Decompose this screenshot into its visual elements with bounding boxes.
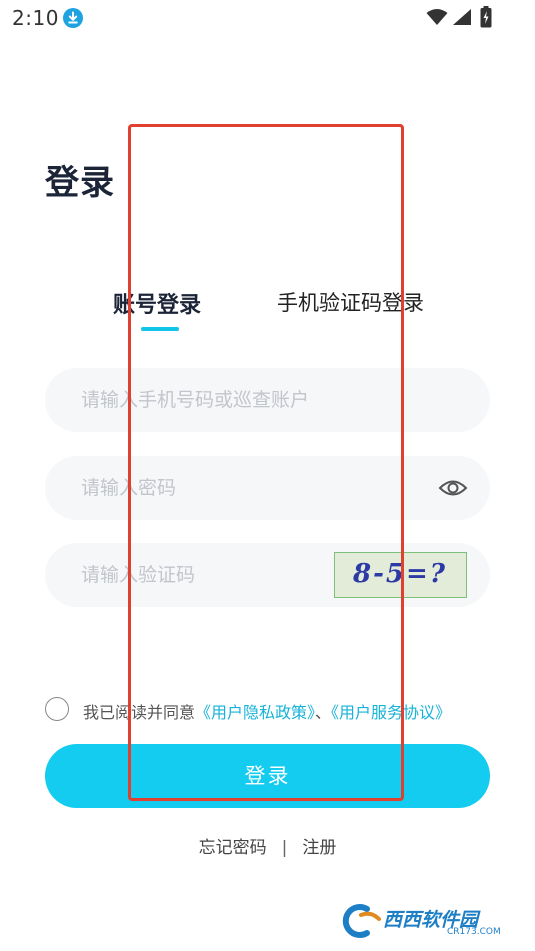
wifi-icon [426,9,448,25]
captcha-field: 8-5=? [45,543,490,607]
watermark: 西西软件园 CR173.COM [337,901,517,941]
bottom-links-divider: | [281,838,288,858]
watermark-domain: CR173.COM [447,927,501,937]
register-link[interactable]: 注册 [302,838,336,858]
captcha-image-text: 8-5=? [353,559,447,589]
agreement-prefix: 我已阅读并同意 [83,703,196,722]
agreement-checkbox[interactable] [45,697,69,721]
eye-icon[interactable] [438,474,468,502]
active-tab-indicator [141,327,179,331]
forgot-password-link[interactable]: 忘记密码 [199,838,267,858]
privacy-policy-link[interactable]: 《用户隐私政策》 [195,703,315,722]
captcha-input[interactable] [81,543,331,607]
account-input[interactable] [81,368,461,432]
status-bar: 2:10 [0,0,535,36]
download-icon [63,8,83,28]
password-input[interactable] [81,456,421,520]
password-field [45,456,490,520]
agreement-row: 我已阅读并同意《用户隐私政策》、《用户服务协议》 [45,697,515,723]
signal-icon [453,9,471,25]
login-button[interactable]: 登录 [45,744,490,808]
bottom-links: 忘记密码 | 注册 [0,833,535,858]
agreement-text: 我已阅读并同意《用户隐私政策》、《用户服务协议》 [83,699,451,723]
tab-sms-code-login[interactable]: 手机验证码登录 [277,287,424,317]
watermark-logo [342,904,381,938]
status-time: 2:10 [12,6,59,30]
page-title: 登录 [45,163,115,203]
agreement-separator: 、 [315,703,332,722]
tab-account-login[interactable]: 账号登录 [113,287,201,319]
service-agreement-link[interactable]: 《用户服务协议》 [331,703,451,722]
battery-charging-icon [480,6,492,28]
captcha-image[interactable]: 8-5=? [334,552,467,598]
account-field [45,368,490,432]
login-screen: 2:10 登录 账号登录 手机验证码登录 请输入手机号码或巡查账户 请输入验证码… [0,0,535,951]
